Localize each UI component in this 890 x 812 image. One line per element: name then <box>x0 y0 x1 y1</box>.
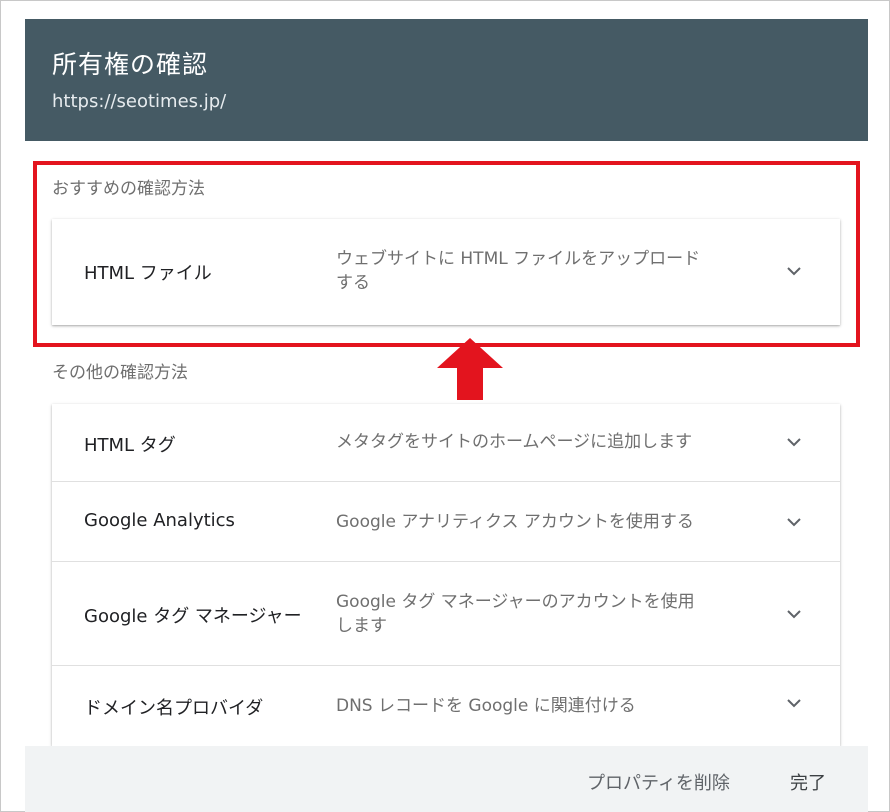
method-name: ドメイン名プロバイダ <box>84 698 264 719</box>
other-methods-card: HTML タグ メタタグをサイトのホームページに追加します Google Ana… <box>52 404 840 746</box>
method-name: HTML タグ <box>84 435 176 456</box>
chevron-down-icon[interactable] <box>784 432 804 452</box>
method-description-line: DNS レコードを Google に関連付ける <box>336 696 636 716</box>
method-description: DNS レコードを Google に関連付ける <box>336 694 766 718</box>
property-url: https://seotimes.jp/ <box>52 91 227 112</box>
method-name: Google Analytics <box>84 510 235 531</box>
done-button[interactable]: 完了 <box>790 769 826 795</box>
other-section-label: その他の確認方法 <box>52 363 188 383</box>
dialog-title: 所有権の確認 <box>52 50 209 79</box>
method-description: Google タグ マネージャーのアカウントを使用 します <box>336 590 766 638</box>
dialog-header: 所有権の確認 https://seotimes.jp/ <box>25 19 868 141</box>
method-description-line: メタタグをサイトのホームページに追加します <box>336 432 693 452</box>
method-row-google-tag-manager[interactable]: Google タグ マネージャー Google タグ マネージャーのアカウントを… <box>52 561 840 665</box>
method-description: メタタグをサイトのホームページに追加します <box>336 430 766 454</box>
highlight-box <box>33 161 860 347</box>
method-description-line: します <box>336 616 387 636</box>
method-name: Google タグ マネージャー <box>84 606 302 627</box>
method-description-line: Google アナリティクス アカウントを使用する <box>336 512 694 532</box>
delete-property-button[interactable]: プロパティを削除 <box>587 769 730 795</box>
chevron-down-icon[interactable] <box>784 693 804 713</box>
method-row-domain-provider[interactable]: ドメイン名プロバイダ DNS レコードを Google に関連付ける <box>52 665 840 746</box>
method-row-google-analytics[interactable]: Google Analytics Google アナリティクス アカウントを使用… <box>52 481 840 561</box>
dialog-footer: プロパティを削除 完了 <box>25 746 868 812</box>
chevron-down-icon[interactable] <box>784 604 804 624</box>
chevron-down-icon[interactable] <box>784 512 804 532</box>
method-description: Google アナリティクス アカウントを使用する <box>336 510 766 534</box>
method-description-line: Google タグ マネージャーのアカウントを使用 <box>336 592 695 612</box>
red-up-arrow-icon <box>437 336 503 402</box>
method-row-html-tag[interactable]: HTML タグ メタタグをサイトのホームページに追加します <box>52 404 840 481</box>
